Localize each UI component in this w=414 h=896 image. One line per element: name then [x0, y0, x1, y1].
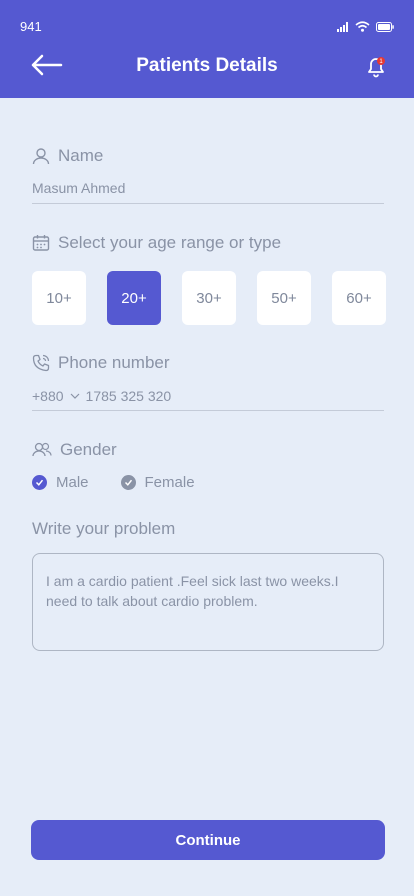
battery-icon [376, 21, 394, 32]
country-code-select[interactable]: +880 [32, 388, 64, 404]
phone-icon [32, 354, 50, 372]
users-icon [32, 442, 52, 457]
phone-label-row: Phone number [32, 353, 170, 373]
page-title: Patients Details [136, 55, 278, 76]
radio-icon[interactable] [120, 475, 136, 490]
age-options: 10+ 20+ 30+ 50+ 60+ [32, 271, 386, 325]
calendar-icon [32, 235, 50, 251]
age-label-row: Select your age range or type [32, 233, 281, 253]
phone-field[interactable]: +880 1785 325 320 [32, 388, 171, 404]
gender-option-male[interactable]: Male [32, 474, 89, 491]
age-option-30[interactable]: 30+ [182, 271, 236, 325]
phone-number-input[interactable]: 1785 325 320 [86, 388, 172, 404]
app-header: 941 Patients Details 1 [0, 0, 414, 98]
age-option-10[interactable]: 10+ [32, 271, 86, 325]
gender-option-female[interactable]: Female [120, 474, 195, 491]
chevron-down-icon[interactable] [70, 391, 80, 401]
status-time: 941 [20, 19, 42, 34]
gender-male-label: Male [56, 474, 89, 491]
name-field-underline [32, 203, 384, 204]
wifi-icon [355, 21, 370, 32]
gender-female-label: Female [144, 474, 195, 491]
gender-label-row: Gender [32, 440, 117, 460]
name-label-row: Name [32, 146, 103, 166]
age-option-50[interactable]: 50+ [257, 271, 311, 325]
signal-icon [337, 21, 348, 32]
gender-label: Gender [60, 440, 117, 459]
radio-checked-icon[interactable] [32, 475, 47, 490]
problem-label: Write your problem [32, 519, 176, 538]
name-label: Name [58, 146, 104, 165]
age-option-60[interactable]: 60+ [332, 271, 386, 325]
phone-label: Phone number [58, 353, 170, 372]
user-icon [32, 148, 50, 165]
status-icons [337, 21, 394, 32]
gender-options: Male Female [32, 474, 195, 491]
problem-textarea[interactable]: I am a cardio patient .Feel sick last tw… [32, 553, 384, 651]
name-field[interactable]: Masum Ahmed [32, 180, 125, 196]
age-label: Select your age range or type [58, 233, 282, 252]
continue-button[interactable]: Continue [31, 820, 385, 860]
bell-icon[interactable]: 1 [365, 54, 387, 78]
age-option-20[interactable]: 20+ [107, 271, 161, 325]
phone-field-underline [32, 410, 384, 411]
